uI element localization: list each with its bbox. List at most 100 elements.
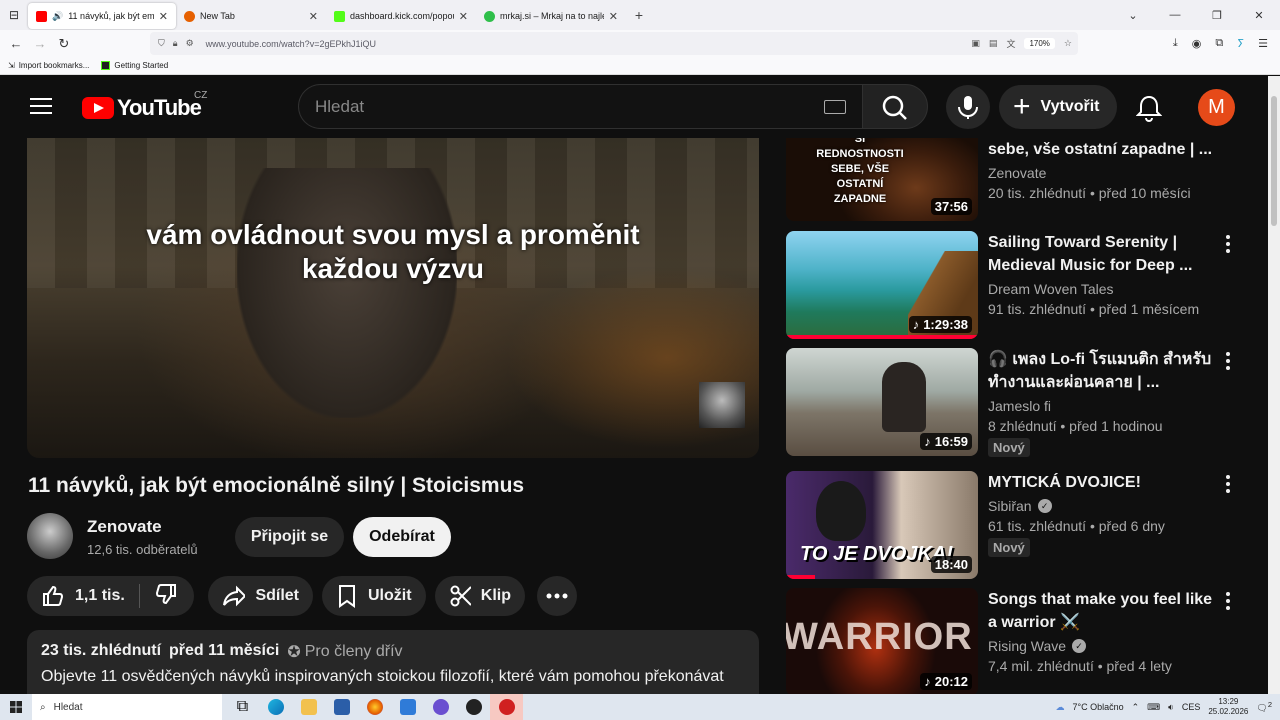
- guide-menu-icon[interactable]: [30, 98, 52, 116]
- bookmark-getting-started[interactable]: Getting Started: [101, 61, 168, 70]
- page-scrollbar[interactable]: [1268, 76, 1280, 694]
- subscribe-button[interactable]: Odebírat: [353, 517, 451, 557]
- scrollbar-thumb[interactable]: [1271, 96, 1277, 226]
- recommendation-item[interactable]: ♪ 16:59 🎧 เพลง Lo-fi โรแมนติก สำหรับทำงาน…: [786, 348, 1246, 457]
- network-icon[interactable]: ⌨: [1147, 702, 1160, 713]
- task-view-icon[interactable]: ⧉: [226, 694, 259, 720]
- recommendation-thumbnail[interactable]: ♪ 1:29:38: [786, 231, 978, 339]
- restore-icon[interactable]: ❐: [1196, 0, 1238, 30]
- mail-icon[interactable]: [391, 694, 424, 720]
- account-avatar[interactable]: M: [1198, 89, 1235, 126]
- tab-mrkaj[interactable]: mrkaj.si – Mrkaj na to najlepše ✕: [476, 3, 626, 29]
- recommendation-thumbnail[interactable]: SI REDNOSTNOSTI SEBE, VŠE OSTATNÍ ZAPADN…: [786, 138, 978, 221]
- bookmark-star-icon[interactable]: ☆: [1064, 38, 1072, 49]
- more-vertical-icon[interactable]: [1226, 352, 1232, 373]
- url-text[interactable]: www.youtube.com/watch?v=2gEPkhJ1iQU: [206, 39, 376, 49]
- recommendation-title[interactable]: Songs that make you feel like a warrior …: [988, 588, 1218, 634]
- tab-list-icon[interactable]: ⊟: [0, 0, 28, 30]
- obs-icon[interactable]: [457, 694, 490, 720]
- recommendation-thumbnail[interactable]: ♪ 16:59: [786, 348, 978, 456]
- recommendation-title[interactable]: sebe, vše ostatní zapadne | ...: [988, 138, 1218, 161]
- clip-button[interactable]: Klip: [435, 576, 525, 616]
- close-window-icon[interactable]: ✕: [1238, 0, 1280, 30]
- notifications-icon[interactable]: [1135, 94, 1163, 127]
- reader-view-icon[interactable]: ▤: [989, 38, 998, 49]
- downloads-icon[interactable]: ⤓: [1173, 37, 1178, 50]
- shield-icon[interactable]: ⛉: [158, 38, 165, 49]
- recommendation-channel[interactable]: Sibiřan: [988, 498, 1032, 514]
- close-tab-icon[interactable]: ✕: [309, 10, 318, 23]
- taskbar-search[interactable]: ⌕ Hledat: [32, 694, 222, 720]
- tab-overflow-icon[interactable]: ⌄: [1112, 0, 1154, 30]
- save-button[interactable]: Uložit: [322, 576, 426, 616]
- recommendation-title[interactable]: 🎧 เพลง Lo-fi โรแมนติก สำหรับทำงานและผ่อน…: [988, 348, 1218, 394]
- clock[interactable]: 13:29 25.02.2026: [1208, 697, 1248, 717]
- recommendation-item[interactable]: TO JE DVOJKA! 18:40 MYTICKÁ DVOJICE! Sib…: [786, 471, 1246, 579]
- bookmark-import[interactable]: ⇲ Import bookmarks...: [8, 61, 89, 70]
- search-input[interactable]: [315, 95, 795, 119]
- more-actions-button[interactable]: [537, 576, 577, 616]
- dislike-button[interactable]: [154, 582, 178, 611]
- recommendation-item[interactable]: WARRIOR ♪ 20:12 Songs that make you feel …: [786, 588, 1246, 694]
- zoom-indicator[interactable]: 170%: [1024, 38, 1055, 49]
- address-bar[interactable]: ⛉ 🔒︎ ⚙ www.youtube.com/watch?v=2gEPkhJ1i…: [150, 32, 1078, 55]
- account-icon[interactable]: ◉: [1192, 37, 1202, 50]
- firefox-icon[interactable]: [358, 694, 391, 720]
- search-button[interactable]: [862, 84, 928, 129]
- windows-start-icon[interactable]: [0, 694, 32, 720]
- edge-icon[interactable]: [259, 694, 292, 720]
- more-vertical-icon[interactable]: [1226, 235, 1232, 256]
- channel-watermark[interactable]: [699, 382, 745, 428]
- store-icon[interactable]: [325, 694, 358, 720]
- more-vertical-icon[interactable]: [1226, 475, 1232, 496]
- close-tab-icon[interactable]: ✕: [609, 10, 618, 23]
- recommendation-title[interactable]: Sailing Toward Serenity | Medieval Music…: [988, 231, 1218, 277]
- recommendation-thumbnail[interactable]: WARRIOR ♪ 20:12: [786, 588, 978, 694]
- tab-kick-dashboard[interactable]: dashboard.kick.com/popout/ste ✕: [326, 3, 476, 29]
- minimize-icon[interactable]: —: [1154, 0, 1196, 30]
- recommendation-title[interactable]: MYTICKÁ DVOJICE!: [988, 471, 1218, 494]
- recommendation-channel[interactable]: Jameslo fi: [988, 398, 1051, 414]
- description-box[interactable]: 23 tis. zhlédnutí před 11 měsíci ✪ Pro č…: [27, 630, 759, 694]
- reload-icon[interactable]: ↻: [52, 36, 76, 52]
- permissions-icon[interactable]: ⚙: [186, 38, 194, 49]
- forward-icon[interactable]: →: [28, 36, 52, 51]
- tab-youtube[interactable]: 🔊 11 návyků, jak být emocionálně silný ✕: [28, 3, 176, 29]
- screen-recorder-icon[interactable]: [490, 694, 523, 720]
- translate-icon[interactable]: 文: [1006, 37, 1015, 50]
- keyboard-icon[interactable]: [824, 100, 846, 114]
- recommendation-channel[interactable]: Rising Wave: [988, 638, 1066, 654]
- language-indicator[interactable]: CES: [1182, 702, 1201, 712]
- like-button[interactable]: 1,1 tis.: [41, 584, 125, 608]
- channel-avatar[interactable]: [27, 513, 73, 559]
- extension-icon[interactable]: ⵢ: [1237, 37, 1244, 50]
- recommendation-thumbnail[interactable]: TO JE DVOJKA! 18:40: [786, 471, 978, 579]
- share-button[interactable]: Sdílet: [208, 576, 313, 616]
- close-tab-icon[interactable]: ✕: [159, 10, 168, 23]
- extensions-icon[interactable]: ⧉: [1215, 37, 1223, 50]
- recommendation-item[interactable]: ♪ 1:29:38 Sailing Toward Serenity | Medie…: [786, 231, 1246, 339]
- app-icon[interactable]: [424, 694, 457, 720]
- more-vertical-icon[interactable]: [1226, 592, 1232, 613]
- picture-in-picture-icon[interactable]: ▣: [971, 38, 980, 49]
- recommendation-channel[interactable]: Dream Woven Tales: [988, 281, 1114, 297]
- notifications-icon[interactable]: 🗨︎2: [1256, 700, 1272, 714]
- youtube-logo[interactable]: YouTube CZ: [82, 90, 207, 121]
- recommendation-channel[interactable]: Zenovate: [988, 165, 1046, 181]
- tray-overflow-icon[interactable]: ⌃: [1132, 702, 1140, 713]
- tab-new-tab[interactable]: New Tab ✕: [176, 3, 326, 29]
- file-explorer-icon[interactable]: [292, 694, 325, 720]
- join-button[interactable]: Připojit se: [235, 517, 344, 557]
- back-icon[interactable]: ←: [4, 36, 28, 51]
- channel-name[interactable]: Zenovate: [87, 517, 162, 537]
- lock-icon[interactable]: 🔒︎: [173, 38, 178, 49]
- video-player[interactable]: vám ovládnout svou mysl a proměnit každo…: [27, 138, 759, 458]
- create-button[interactable]: + Vytvořit: [999, 85, 1117, 129]
- weather-cloud-icon[interactable]: ☁: [1055, 702, 1064, 713]
- close-tab-icon[interactable]: ✕: [459, 10, 468, 23]
- new-tab-button[interactable]: +: [626, 7, 652, 23]
- weather-text[interactable]: 7°C Oblačno: [1072, 702, 1123, 712]
- voice-search-button[interactable]: [946, 85, 990, 129]
- volume-icon[interactable]: 🔉︎: [1168, 702, 1174, 713]
- menu-icon[interactable]: ☰: [1258, 37, 1268, 50]
